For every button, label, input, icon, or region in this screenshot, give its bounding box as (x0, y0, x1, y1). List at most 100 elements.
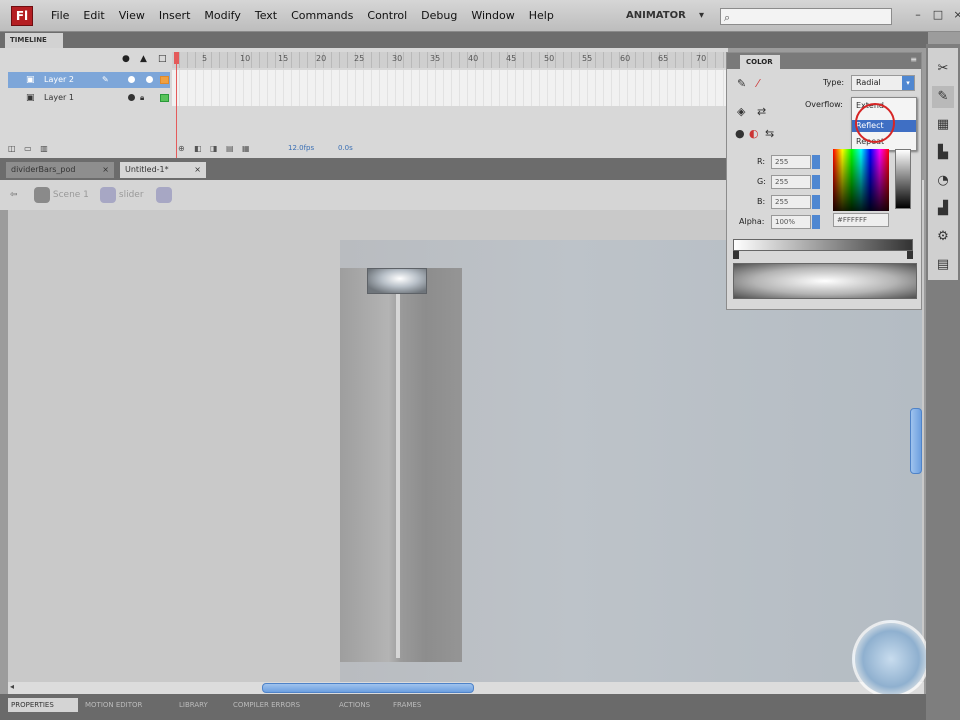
menu-insert[interactable]: Insert (152, 9, 198, 23)
document-tab-active[interactable]: Untitled-1* × (120, 162, 206, 178)
outline-color-box[interactable] (160, 94, 169, 102)
hex-input[interactable]: #FFFFFF (833, 213, 889, 227)
color-panel: COLOR ≡ ✎ ⁄ ◈ ⇄ ● ◐ ⇆ Type: Radial ▾ Ove… (726, 52, 922, 310)
r-stepper[interactable] (812, 155, 820, 169)
eye-icon[interactable]: ● (122, 54, 130, 64)
color-icon[interactable]: ✎ (932, 86, 954, 108)
scene-breadcrumb[interactable]: Scene 1 (34, 186, 89, 204)
stroke-color-icon[interactable]: ✎ (737, 77, 746, 90)
onion-skin-icon[interactable]: ◧ (194, 144, 202, 153)
menu-text[interactable]: Text (248, 9, 284, 23)
minimize-icon[interactable]: – (912, 8, 924, 22)
fill-bucket-icon[interactable]: ◈ (737, 105, 745, 118)
back-arrow-icon[interactable]: ⇦ (10, 186, 18, 204)
layer-row-2[interactable]: ▣ Layer 2 ✎ (8, 72, 170, 88)
fill-type-select[interactable]: Radial ▾ (851, 75, 915, 91)
symbol-breadcrumb[interactable]: slider (100, 186, 144, 204)
menu-help[interactable]: Help (522, 9, 561, 23)
menu-control[interactable]: Control (360, 9, 414, 23)
horizontal-scrollbar[interactable]: ◂ (8, 682, 924, 694)
gradient-stop-left[interactable] (733, 251, 739, 259)
transform-icon[interactable]: ◔ (932, 170, 954, 192)
outline-icon[interactable]: □ (158, 54, 167, 64)
lock-icon[interactable]: ▲ (140, 54, 147, 64)
panel-menu-icon[interactable]: ≡ (910, 55, 917, 64)
swap-colors-icon[interactable]: ⇄ (757, 105, 766, 118)
g-input[interactable]: 255 (771, 175, 811, 189)
g-stepper[interactable] (812, 175, 820, 189)
onion-markers-icon[interactable]: ▦ (242, 144, 250, 153)
gradient-definition-bar[interactable] (733, 239, 913, 251)
fps-readout: 12.0fps (288, 144, 315, 152)
tab-compiler-errors[interactable]: COMPILER ERRORS (230, 698, 303, 712)
menu-debug[interactable]: Debug (414, 9, 464, 23)
center-frame-icon[interactable]: ⊕ (178, 144, 185, 153)
black-white-icon[interactable]: ◐ (749, 127, 759, 140)
tab-color[interactable]: COLOR (740, 55, 780, 69)
lock-icon[interactable]: 🔒︎ (140, 90, 144, 106)
swatches-icon[interactable]: ▦ (932, 114, 954, 136)
tab-frames[interactable]: FRAMES (390, 698, 424, 712)
b-input[interactable]: 255 (771, 195, 811, 209)
scroll-left-icon[interactable]: ◂ (10, 682, 14, 691)
slider-track-graphic[interactable] (340, 268, 462, 662)
vertical-scrollbar-thumb[interactable] (910, 408, 922, 474)
movie-clip-icon[interactable] (156, 186, 172, 204)
layer-row-1[interactable]: ▣ Layer 1 🔒︎ (8, 90, 170, 106)
onion-outline-icon[interactable]: ◨ (210, 144, 218, 153)
b-stepper[interactable] (812, 195, 820, 209)
playhead-handle[interactable] (174, 52, 179, 64)
scissors-icon[interactable]: ✂ (932, 58, 954, 80)
slider-knob-graphic[interactable] (367, 268, 427, 294)
close-icon[interactable]: × (194, 162, 201, 178)
panel-icon-strip: ✂ ✎ ▦ ▙ ◔ ▟ ⚙ ▤ (928, 48, 958, 280)
alpha-stepper[interactable] (812, 215, 820, 229)
edit-multiple-icon[interactable]: ▤ (226, 144, 234, 153)
search-input[interactable]: ⌕ (720, 8, 892, 25)
components-icon[interactable]: ⚙ (932, 226, 954, 248)
alpha-input[interactable]: 100% (771, 215, 811, 229)
menu-view[interactable]: View (112, 9, 152, 23)
document-tab[interactable]: dividerBars_pod × (6, 162, 114, 178)
tab-library[interactable]: LIBRARY (176, 698, 211, 712)
layers-header: ● ▲ □ (8, 52, 170, 68)
visibility-dot[interactable] (128, 94, 135, 101)
b-label: B: (757, 197, 766, 206)
layer-name: Layer 1 (44, 93, 74, 102)
visibility-dot[interactable] (128, 76, 135, 83)
close-icon[interactable]: × (952, 8, 960, 22)
r-input[interactable]: 255 (771, 155, 811, 169)
menu-commands[interactable]: Commands (284, 9, 360, 23)
horizontal-scrollbar-thumb[interactable] (262, 683, 474, 693)
right-toolbar: ✂ ✎ ▦ ▙ ◔ ▟ ⚙ ▤ (926, 44, 960, 720)
new-folder-icon[interactable]: ▭ (24, 144, 32, 153)
close-icon[interactable]: × (102, 162, 109, 178)
menu-edit[interactable]: Edit (76, 9, 111, 23)
library-icon[interactable]: ▙ (932, 142, 954, 164)
swap-icon[interactable]: ⇆ (765, 127, 774, 140)
align-icon[interactable]: ▟ (932, 198, 954, 220)
playhead[interactable] (174, 48, 179, 158)
workspace-switcher[interactable]: ANIMATOR ▾ (620, 8, 708, 24)
tab-timeline[interactable]: TIMELINE (5, 33, 63, 48)
lock-dot[interactable] (146, 76, 153, 83)
no-color-icon[interactable]: ⁄ (757, 77, 759, 90)
brightness-slider[interactable] (895, 149, 911, 209)
tab-actions[interactable]: ACTIONS (336, 698, 373, 712)
fill-color-swatch-icon[interactable]: ● (735, 127, 745, 140)
outline-color-box[interactable] (160, 76, 169, 84)
frame-ruler[interactable]: 5 10 15 20 25 30 35 40 45 50 55 60 65 70 (172, 52, 728, 68)
new-layer-icon[interactable]: ◫ (8, 144, 16, 153)
gradient-stop-right[interactable] (907, 251, 913, 259)
color-spectrum[interactable] (833, 149, 889, 211)
pencil-icon: ✎ (102, 75, 109, 84)
menu-file[interactable]: File (44, 9, 76, 23)
trash-icon[interactable]: ▥ (40, 144, 48, 153)
menu-modify[interactable]: Modify (197, 9, 247, 23)
tab-motion-editor[interactable]: MOTION EDITOR (82, 698, 145, 712)
maximize-icon[interactable]: □ (932, 8, 944, 22)
tab-properties[interactable]: PROPERTIES (8, 698, 78, 712)
frame-grid[interactable] (172, 70, 728, 106)
info-icon[interactable]: ▤ (932, 254, 954, 276)
menu-window[interactable]: Window (464, 9, 521, 23)
